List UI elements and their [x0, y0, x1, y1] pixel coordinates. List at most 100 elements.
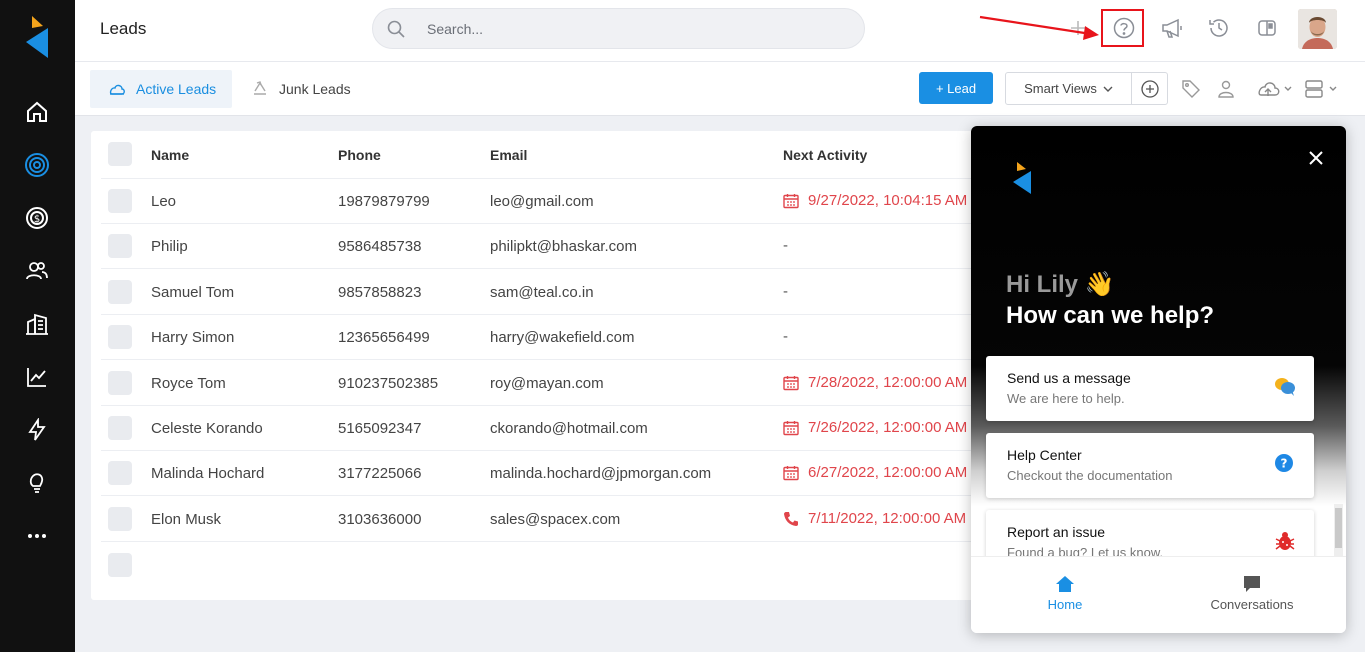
help-question-icon[interactable]	[1111, 14, 1137, 42]
send-message-subtitle: We are here to help.	[1007, 391, 1125, 406]
add-smart-view-button[interactable]	[1131, 72, 1168, 105]
row-checkbox[interactable]	[108, 553, 132, 577]
deals-dollar-icon[interactable]: $	[22, 203, 52, 233]
row-checkbox[interactable]	[108, 371, 132, 395]
cloud-icon	[108, 82, 126, 96]
user-avatar[interactable]	[1298, 9, 1337, 49]
lead-next-activity: -	[783, 283, 788, 300]
lead-phone: 9857858823	[338, 284, 422, 301]
help-panel-header: Hi Lily 👋 How can we help? Send us a mes…	[971, 126, 1346, 575]
lead-next-activity-text: 7/11/2022, 12:00:00 AM	[808, 510, 967, 527]
sidebar: $	[0, 0, 75, 652]
row-checkbox[interactable]	[108, 507, 132, 531]
row-checkbox[interactable]	[108, 416, 132, 440]
help-center-title: Help Center	[1007, 447, 1082, 463]
search-input[interactable]	[427, 9, 847, 48]
lead-email[interactable]: ckorando@hotmail.com	[490, 420, 648, 437]
contacts-icon[interactable]	[22, 256, 52, 286]
chat-bubbles-icon	[1275, 378, 1295, 396]
lead-email[interactable]: philipkt@bhaskar.com	[490, 238, 637, 255]
ideas-bulb-icon[interactable]	[22, 468, 52, 498]
smart-views-dropdown[interactable]: Smart Views	[1005, 72, 1132, 105]
apps-switch-icon[interactable]	[1254, 14, 1280, 42]
lead-email[interactable]: sam@teal.co.in	[490, 284, 594, 301]
assign-user-icon[interactable]	[1217, 78, 1235, 100]
send-message-title: Send us a message	[1007, 370, 1131, 386]
lead-email[interactable]: leo@gmail.com	[490, 193, 594, 210]
lead-phone: 19879879799	[338, 193, 430, 210]
smart-views-label: Smart Views	[1024, 81, 1097, 96]
column-header-next-activity[interactable]: Next Activity	[783, 147, 867, 163]
calendar-icon	[783, 193, 799, 209]
tags-icon[interactable]	[1181, 78, 1201, 100]
help-headline: How can we help?	[1006, 302, 1215, 329]
top-header: Leads	[75, 0, 1365, 62]
phone-icon	[783, 511, 799, 527]
row-checkbox[interactable]	[108, 280, 132, 304]
add-lead-button[interactable]: + Lead	[919, 72, 993, 104]
home-icon[interactable]	[22, 97, 52, 127]
app-logo[interactable]	[23, 14, 51, 58]
tab-junk-leads-label: Junk Leads	[279, 81, 351, 97]
row-checkbox[interactable]	[108, 461, 132, 485]
recycle-icon	[251, 81, 269, 97]
close-icon[interactable]	[1305, 147, 1327, 169]
lead-email[interactable]: roy@mayan.com	[490, 375, 604, 392]
column-header-email[interactable]: Email	[490, 147, 527, 163]
lead-name[interactable]: Leo	[151, 193, 176, 210]
annotation-arrow	[979, 15, 1099, 40]
help-nav-conversations[interactable]: Conversations	[1192, 571, 1312, 612]
history-clock-icon[interactable]	[1206, 14, 1232, 42]
lead-name[interactable]: Harry Simon	[151, 329, 234, 346]
help-panel-nav: Home Conversations	[971, 556, 1346, 633]
greeting-text: Hi Lily 👋	[1006, 271, 1115, 298]
help-nav-home[interactable]: Home	[1005, 571, 1125, 612]
reports-chart-icon[interactable]	[22, 362, 52, 392]
lead-next-activity-text: 7/26/2022, 12:00:00 AM	[808, 419, 968, 436]
lead-next-activity[interactable]: 9/27/2022, 10:04:15 AM	[783, 192, 967, 209]
lead-next-activity[interactable]: 7/11/2022, 12:00:00 AM	[783, 510, 966, 527]
announcements-megaphone-icon[interactable]	[1159, 14, 1185, 42]
calendar-icon	[783, 375, 799, 391]
row-checkbox[interactable]	[108, 234, 132, 258]
lead-next-activity[interactable]: 7/28/2022, 12:00:00 AM	[783, 374, 967, 391]
automation-bolt-icon[interactable]	[22, 415, 52, 445]
lead-phone: 9586485738	[338, 238, 422, 255]
row-checkbox[interactable]	[108, 189, 132, 213]
lead-next-activity[interactable]: 7/26/2022, 12:00:00 AM	[783, 419, 967, 436]
send-message-card[interactable]: Send us a message We are here to help.	[986, 356, 1314, 421]
lead-name[interactable]: Malinda Hochard	[151, 465, 264, 482]
lead-name[interactable]: Royce Tom	[151, 375, 226, 392]
plus-circle-icon	[1140, 79, 1159, 98]
tab-active-leads[interactable]: Active Leads	[90, 70, 232, 108]
cloud-upload-icon[interactable]	[1256, 78, 1294, 100]
calendar-icon	[783, 420, 799, 436]
row-checkbox[interactable]	[108, 325, 132, 349]
lead-phone: 3103636000	[338, 511, 422, 528]
lead-name[interactable]: Elon Musk	[151, 511, 221, 528]
leads-target-icon[interactable]	[22, 150, 52, 180]
help-nav-home-label: Home	[1047, 597, 1083, 612]
search-bar[interactable]	[372, 8, 865, 49]
lead-name[interactable]: Samuel Tom	[151, 284, 234, 301]
chevron-down-icon	[1103, 86, 1113, 92]
companies-building-icon[interactable]	[22, 309, 52, 339]
lead-next-activity[interactable]: 6/27/2022, 12:00:00 AM	[783, 464, 967, 481]
help-center-subtitle: Checkout the documentation	[1007, 468, 1173, 483]
tab-active-leads-label: Active Leads	[136, 81, 217, 97]
tab-junk-leads[interactable]: Junk Leads	[251, 70, 351, 108]
help-panel-scrollbar[interactable]	[1334, 504, 1343, 556]
lead-name[interactable]: Philip	[151, 238, 188, 255]
column-header-name[interactable]: Name	[151, 147, 189, 163]
help-center-card[interactable]: Help Center Checkout the documentation ?	[986, 433, 1314, 498]
lead-name[interactable]: Celeste Korando	[151, 420, 263, 437]
layout-view-icon[interactable]	[1304, 78, 1342, 100]
lead-next-activity-text: 7/28/2022, 12:00:00 AM	[808, 374, 968, 391]
more-dots-icon[interactable]	[22, 521, 52, 551]
column-header-phone[interactable]: Phone	[338, 147, 381, 163]
select-all-checkbox[interactable]	[108, 142, 132, 166]
lead-email[interactable]: sales@spacex.com	[490, 511, 620, 528]
lead-email[interactable]: harry@wakefield.com	[490, 329, 634, 346]
lead-email[interactable]: malinda.hochard@jpmorgan.com	[490, 465, 711, 482]
svg-text:?: ?	[1281, 457, 1288, 471]
